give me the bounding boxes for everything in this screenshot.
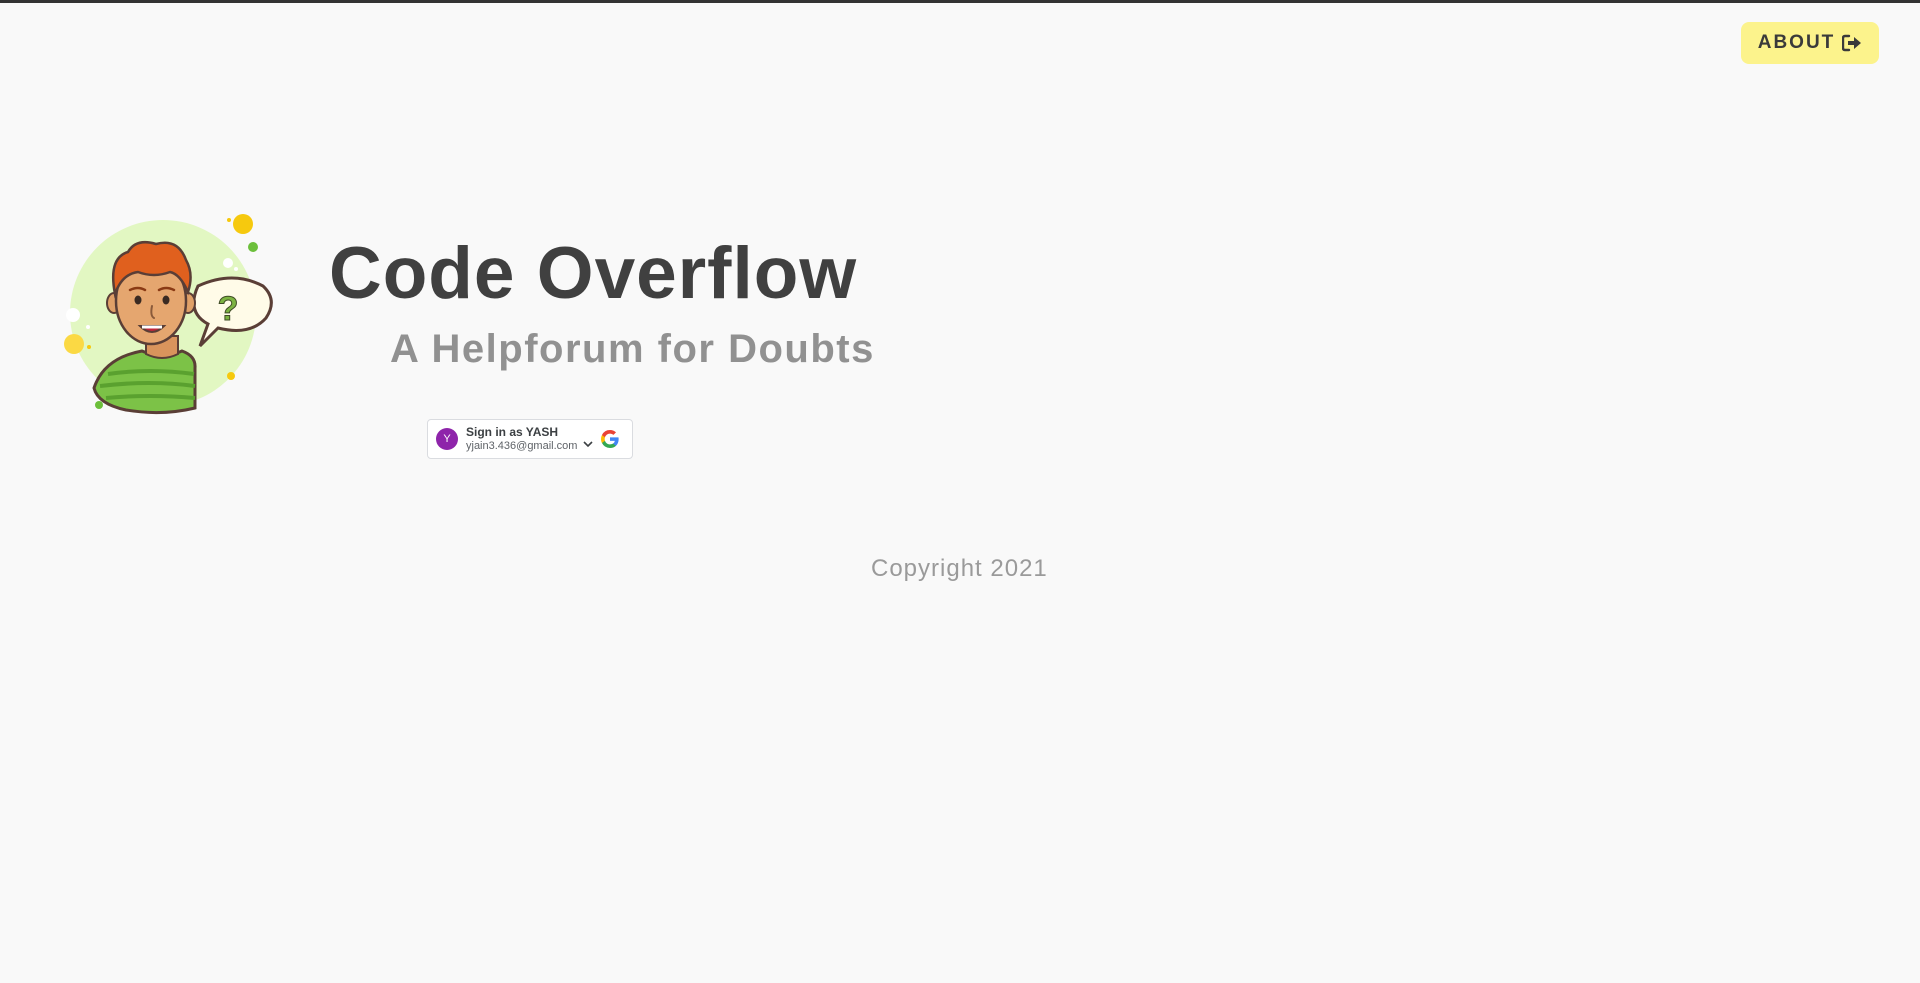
- account-info: Sign in as YASH yjain3.436@gmail.com: [466, 424, 578, 452]
- account-avatar: Y: [436, 428, 458, 450]
- person-with-question-illustration: ?: [58, 208, 278, 418]
- google-signin-button[interactable]: Y Sign in as YASH yjain3.436@gmail.com: [427, 419, 633, 459]
- copyright-text: Copyright 2021: [871, 555, 1048, 582]
- page-subtitle: A Helpforum for Doubts: [390, 327, 875, 371]
- page-title: Code Overflow: [329, 233, 858, 314]
- google-logo-icon: [601, 430, 620, 448]
- about-label: ABOUT: [1757, 32, 1836, 53]
- signin-label: Sign in as YASH: [466, 424, 559, 439]
- account-email: yjain3.436@gmail.com: [466, 439, 578, 452]
- sign-out-icon: [1842, 34, 1862, 52]
- svg-text:?: ?: [218, 290, 239, 328]
- chevron-down-icon[interactable]: [583, 440, 594, 448]
- about-button[interactable]: ABOUT: [1741, 22, 1879, 64]
- top-border: [0, 0, 1920, 3]
